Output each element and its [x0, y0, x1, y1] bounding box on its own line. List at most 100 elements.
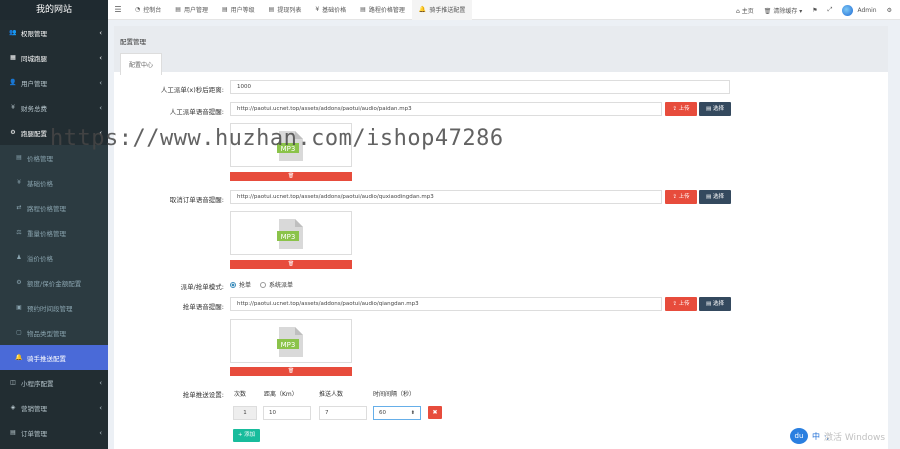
fullscreen-icon[interactable]: ⤢ — [828, 6, 833, 14]
lang-icon[interactable]: ⚑ — [812, 7, 817, 14]
nav-tab-6[interactable]: 🔔 骑手推送配置 — [411, 0, 473, 20]
sidebar-item-7[interactable]: ⇄ 路程价格管理 — [0, 195, 108, 220]
add-row-button[interactable]: + 添加 — [233, 429, 260, 442]
radio-unchecked — [260, 281, 266, 288]
sidebar-item-label: 物品类型管理 — [27, 329, 66, 338]
voice2-upload-button[interactable]: ⇪ 上传 — [665, 190, 697, 204]
home-icon: ⌂ — [736, 7, 740, 15]
sidebar-item-13[interactable]: 🔔 骑手推送配置 — [0, 345, 108, 370]
sidebar-item-label: 营销管理 — [21, 404, 47, 413]
navbar-right: ⌂ 主页 🗑 清除缓存 ▾ ⚑ ⤢ Admin ⚙ — [736, 0, 892, 20]
nav-tab-2[interactable]: ▤ 用户等级 — [215, 0, 262, 20]
voice2-input[interactable]: http://paotui.ucnet.top/assets/addons/pa… — [230, 190, 662, 204]
voice1-input[interactable]: http://paotui.ucnet.top/assets/addons/pa… — [230, 102, 662, 116]
voice3-select-button[interactable]: ▤ 选择 — [699, 297, 731, 311]
mode-radio-grab[interactable]: 抢单 — [230, 280, 251, 289]
os-watermark: 激活 Windows — [824, 433, 886, 443]
settings-icon[interactable]: ⚙ — [887, 7, 892, 14]
sidebar-item-6[interactable]: ¥ 基础价格 — [0, 170, 108, 195]
push-count-cell: 1 — [233, 406, 257, 420]
sidebar-item-label: 溢价价格 — [27, 254, 53, 263]
tab-config-center[interactable]: 配置中心 — [120, 53, 163, 75]
nav-tab-4[interactable]: ¥ 基础价格 — [308, 0, 353, 20]
user-menu[interactable]: Admin — [842, 4, 877, 16]
voice1-select-button[interactable]: ▤ 选择 — [699, 102, 731, 116]
chevron-icon: ‹ — [99, 103, 102, 112]
order-icon: ▤ — [10, 429, 16, 436]
sidebar-item-12[interactable]: ▢ 物品类型管理 — [0, 320, 108, 345]
push-distance-input[interactable]: 10 — [263, 406, 311, 420]
list-icon: ▤ — [16, 154, 22, 161]
sidebar-item-10[interactable]: ⚙ 额度/保价金额配置 — [0, 270, 108, 295]
sidebar-item-3[interactable]: ¥ 财务总费 ‹ — [0, 95, 108, 120]
audio-file-icon: MP3 — [277, 219, 303, 249]
nav-tab-3[interactable]: ▤ 提现列表 — [262, 0, 309, 20]
sidebar-item-9[interactable]: ♟ 溢价价格 — [0, 245, 108, 270]
voice2-delete-button[interactable]: 🗑 — [230, 260, 352, 269]
nav-tabs: ◔ 控制台 ▤ 用户管理 ▤ 用户等级 ▤ 提现列表 ¥ 基础价格 ▤ 路程价格管理 🔔 骑手推送配置 — [128, 0, 473, 20]
money-icon: ¥ — [11, 104, 15, 111]
nav-tab-5[interactable]: ▤ 路程价格管理 — [353, 0, 412, 20]
sidebar-item-15[interactable]: ◈ 营销管理 ‹ — [0, 395, 108, 420]
sidebar-item-2[interactable]: 👤 用户管理 ‹ — [0, 70, 108, 95]
ime-lang: 中 — [812, 431, 820, 441]
top-navbar: ☰ ◔ 控制台 ▤ 用户管理 ▤ 用户等级 ▤ 提现列表 ¥ 基础价格 ▤ 路程价格管理 🔔 骑手推送配置… — [108, 0, 900, 20]
voice2-preview: MP3 — [230, 211, 352, 255]
nav-tab-0[interactable]: ◔ 控制台 — [128, 0, 168, 20]
voice3-upload-button[interactable]: ⇪ 上传 — [665, 297, 697, 311]
sidebar-menu: 👥 权限管理 ‹ ▦ 同城跑腿 ‹ 👤 用户管理 ‹ ¥ 财务总费 ‹ ⚙ 跑腿配置 ‹ ▤ 价格管理 ¥ 基础价格… — [0, 20, 108, 449]
chevron-icon: ‹ — [99, 78, 102, 87]
chevron-icon: ‹ — [99, 28, 102, 37]
sidebar-item-label: 同城跑腿 — [21, 54, 47, 63]
home-link[interactable]: ⌂ 主页 — [736, 6, 754, 15]
brand-title[interactable]: 我的网站 — [0, 0, 108, 20]
nav-tab-1[interactable]: ▤ 用户管理 — [168, 0, 215, 20]
sidebar-item-label: 小程序配置 — [21, 379, 54, 388]
home-label: 主页 — [741, 7, 754, 15]
sidebar-item-label: 订单管理 — [21, 429, 47, 438]
nav-tab-label: 控制台 — [143, 7, 162, 14]
weight-icon: ⚖ — [16, 229, 22, 236]
nav-tab-label: 用户管理 — [183, 7, 208, 14]
sidebar-item-8[interactable]: ⚖ 重量价格管理 — [0, 220, 108, 245]
yen-icon: ¥ — [315, 6, 320, 13]
upload-label: 上传 — [678, 194, 690, 200]
push-interval-input[interactable]: 60 ⬍ — [373, 406, 421, 420]
clear-cache-link[interactable]: 🗑 清除缓存 ▾ — [764, 6, 802, 15]
voice2-select-button[interactable]: ▤ 选择 — [699, 190, 731, 204]
sidebar: 我的网站 👥 权限管理 ‹ ▦ 同城跑腿 ‹ 👤 用户管理 ‹ ¥ 财务总费 ‹ ⚙ 跑腿配置 ‹ ▤ 价格管理… — [0, 0, 108, 449]
sidebar-item-16[interactable]: ▤ 订单管理 ‹ — [0, 420, 108, 445]
sidebar-item-1[interactable]: ▦ 同城跑腿 ‹ — [0, 45, 108, 70]
tag-icon: ◈ — [10, 404, 16, 411]
voice3-delete-button[interactable]: 🗑 — [230, 367, 352, 376]
users-icon: 👥 — [9, 29, 17, 36]
voice1-upload-button[interactable]: ⇪ 上传 — [665, 102, 697, 116]
main-content: 配置管理 配置中心 人工派单(x)秒后距离: 1000 人工派单语音提醒: ht… — [114, 26, 888, 449]
avatar — [842, 4, 854, 16]
spinner-icon[interactable]: ⬍ — [411, 407, 415, 419]
gear-icon: ⚙ — [16, 279, 22, 286]
sidebar-item-14[interactable]: ◫ 小程序配置 ‹ — [0, 370, 108, 395]
voice1-delete-button[interactable]: 🗑 — [230, 172, 352, 181]
ime-logo-icon: du — [790, 428, 808, 444]
sidebar-item-label: 基础价格 — [27, 179, 53, 188]
voice2-label: 取消订单语音提醒: — [169, 196, 224, 204]
chevron-icon: ‹ — [99, 428, 102, 437]
distance-input[interactable]: 1000 — [230, 80, 730, 94]
col-interval: 时间间隔（秒） — [373, 391, 416, 398]
sidebar-item-11[interactable]: ▣ 预约时间段管理 — [0, 295, 108, 320]
mode-radio-system[interactable]: 系统派单 — [260, 280, 293, 289]
voice3-input[interactable]: http://paotui.ucnet.top/assets/addons/pa… — [230, 297, 662, 311]
list-icon: ▤ — [706, 106, 713, 112]
nav-tab-label: 基础价格 — [322, 7, 347, 14]
sidebar-item-label: 财务总费 — [21, 104, 47, 113]
sidebar-item-label: 路程价格管理 — [27, 204, 66, 213]
list-icon: ▤ — [221, 6, 228, 13]
sidebar-item-0[interactable]: 👥 权限管理 ‹ — [0, 20, 108, 45]
grid-icon: ▦ — [10, 54, 16, 61]
menu-toggle-icon[interactable]: ☰ — [108, 5, 128, 14]
push-people-input[interactable]: 7 — [319, 406, 367, 420]
remove-row-button[interactable]: ✖ — [428, 406, 442, 419]
list-icon: ▤ — [360, 6, 366, 13]
sidebar-item-17[interactable]: ⚑骑手管理‹ — [0, 445, 108, 449]
